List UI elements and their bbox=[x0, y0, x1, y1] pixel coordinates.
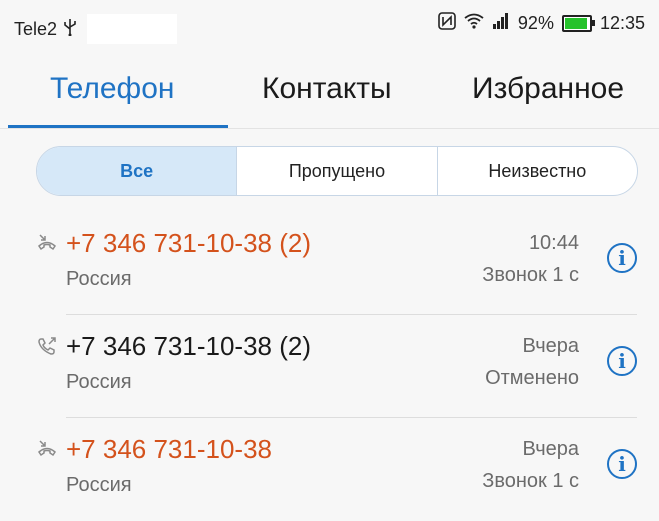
tab-favorites[interactable]: Избранное bbox=[472, 72, 624, 106]
phone-number: +7 346 731-10-38 bbox=[66, 228, 273, 258]
phone-number: +7 346 731-10-38 bbox=[66, 331, 273, 361]
call-filter: Все Пропущено Неизвестно bbox=[36, 146, 638, 196]
outgoing-call-icon bbox=[36, 335, 58, 357]
tab-bar: Телефон Контакты Избранное bbox=[0, 58, 659, 128]
info-icon[interactable]: i bbox=[607, 346, 637, 376]
caller-number: +7 346 731-10-38 (2) bbox=[66, 228, 311, 259]
status-bar: Tele2 92% 12:35 bbox=[0, 0, 659, 48]
call-list: +7 346 731-10-38 (2) Россия 10:44 Звонок… bbox=[0, 212, 659, 521]
call-detail: Отменено bbox=[485, 367, 579, 389]
caller-number: +7 346 731-10-38 (2) bbox=[66, 331, 311, 362]
battery-percent: 92% bbox=[517, 13, 554, 33]
redacted-area bbox=[87, 14, 178, 44]
call-detail: Звонок 1 с bbox=[482, 470, 579, 492]
filter-unknown[interactable]: Неизвестно bbox=[436, 147, 637, 195]
missed-call-icon bbox=[36, 232, 58, 254]
info-icon[interactable]: i bbox=[607, 449, 637, 479]
call-row[interactable]: +7 346 731-10-38 Россия Вчера Звонок 1 с… bbox=[0, 418, 659, 521]
status-right: 92% 12:35 bbox=[438, 12, 645, 35]
caller-region: Россия bbox=[66, 371, 132, 393]
call-time: Вчера bbox=[522, 438, 579, 460]
call-detail: Звонок 1 с bbox=[482, 264, 579, 286]
tab-contacts[interactable]: Контакты bbox=[262, 72, 392, 106]
wifi-icon bbox=[464, 12, 484, 35]
phone-number: +7 346 731-10-38 bbox=[66, 434, 273, 464]
nfc-icon bbox=[438, 12, 456, 35]
filter-missed[interactable]: Пропущено bbox=[236, 147, 436, 195]
signal-icon bbox=[492, 13, 510, 34]
carrier-label: Tele2 bbox=[14, 18, 58, 39]
info-icon[interactable]: i bbox=[607, 243, 637, 273]
call-row[interactable]: +7 346 731-10-38 (2) Россия 10:44 Звонок… bbox=[0, 212, 659, 315]
caller-region: Россия bbox=[66, 268, 132, 290]
usb-icon bbox=[63, 18, 77, 41]
tabs-divider bbox=[0, 128, 659, 129]
status-left: Tele2 bbox=[14, 14, 178, 44]
missed-call-icon bbox=[36, 438, 58, 460]
call-count: (2) bbox=[279, 228, 312, 258]
call-count: (2) bbox=[279, 331, 312, 361]
call-row[interactable]: +7 346 731-10-38 (2) Россия Вчера Отмене… bbox=[0, 315, 659, 418]
clock: 12:35 bbox=[599, 13, 645, 33]
caller-number: +7 346 731-10-38 bbox=[66, 434, 272, 465]
call-time: Вчера bbox=[522, 335, 579, 357]
battery-icon bbox=[561, 15, 595, 32]
filter-all[interactable]: Все bbox=[37, 147, 237, 195]
call-time: 10:44 bbox=[528, 232, 579, 254]
tab-phone[interactable]: Телефон bbox=[50, 72, 174, 106]
